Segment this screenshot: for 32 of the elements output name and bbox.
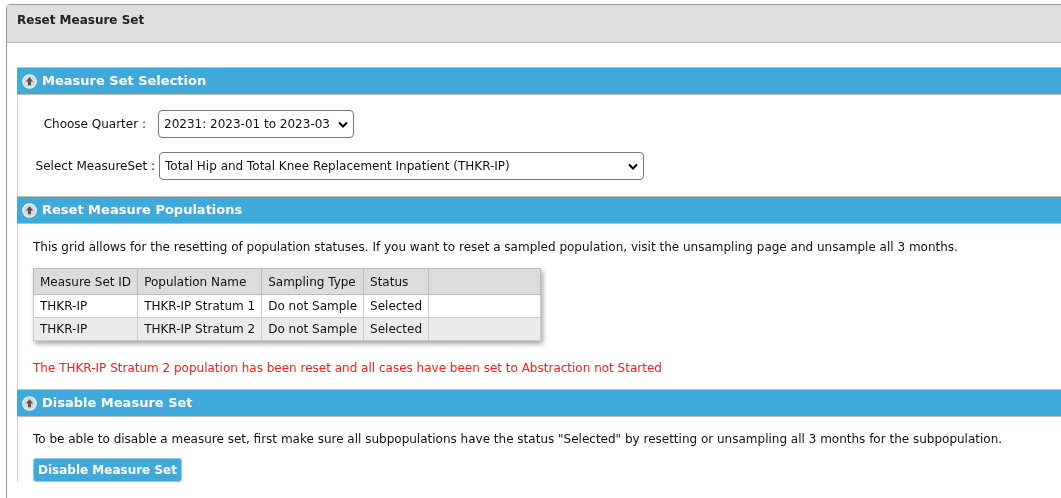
section-header[interactable]: Disable Measure Set bbox=[17, 389, 1061, 417]
table-cell: Selected bbox=[363, 317, 429, 341]
section-header[interactable]: Measure Set Selection bbox=[17, 67, 1061, 95]
table-cell: THKR-IP bbox=[33, 317, 138, 341]
window-title: Reset Measure Set bbox=[17, 13, 145, 27]
column-header: Status bbox=[363, 268, 429, 295]
description: To be able to disable a measure set, first make sure all subpopulations have the status "Selected" by resetting or unsampling all 3 months for the subpopulation. bbox=[33, 431, 1004, 448]
measure-set-select[interactable]: Total Hip and Total Knee Replacement Inpatient (THKR-IP) bbox=[159, 152, 644, 180]
field-label: Select MeasureSet : bbox=[34, 158, 156, 175]
column-header: Measure Set ID bbox=[33, 268, 138, 295]
section-title: Measure Set Selection bbox=[42, 72, 207, 91]
chevron-down-icon bbox=[338, 120, 348, 128]
disable-measure-set-button[interactable]: Disable Measure Set bbox=[33, 458, 182, 482]
chevron-down-icon bbox=[628, 162, 638, 170]
field-label: Choose Quarter : bbox=[42, 116, 147, 133]
table-cell: Do not Sample bbox=[261, 294, 364, 318]
column-header: Population Name bbox=[137, 268, 262, 295]
table-cell: Selected bbox=[363, 294, 429, 318]
description: This grid allows for the resetting of population statuses. If you want to reset a sampled population, visit the unsampling page and unsample all 3 months. bbox=[33, 239, 959, 256]
section-header[interactable]: Reset Measure Populations bbox=[17, 196, 1061, 224]
column-header: Sampling Type bbox=[261, 268, 364, 295]
status-message: The THKR-IP Stratum 2 population has been reset and all cases have been set to Abstraction not Started bbox=[33, 360, 663, 377]
section-title: Reset Measure Populations bbox=[42, 201, 243, 220]
quarter-select[interactable]: 20231: 2023-01 to 2023-03 bbox=[158, 110, 354, 138]
table-cell: Do not Sample bbox=[261, 317, 364, 341]
section-title: Disable Measure Set bbox=[42, 394, 193, 413]
table-cell: THKR-IP Stratum 1 bbox=[137, 294, 262, 318]
table-cell: THKR-IP Stratum 2 bbox=[137, 317, 262, 341]
table-cell: THKR-IP bbox=[33, 294, 138, 318]
collapse-icon[interactable] bbox=[22, 202, 37, 218]
collapse-icon[interactable] bbox=[22, 73, 37, 89]
collapse-icon[interactable] bbox=[22, 395, 37, 411]
